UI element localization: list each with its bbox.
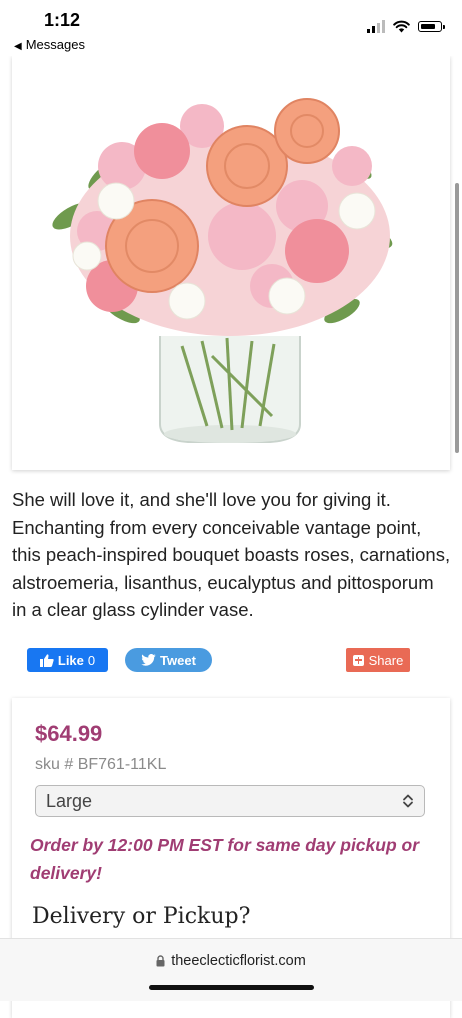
address-bar[interactable]: theeclecticflorist.com — [0, 953, 462, 969]
delivery-or-pickup-heading: Delivery or Pickup? — [32, 904, 251, 929]
back-to-messages-link[interactable]: ◀ Messages — [14, 37, 85, 52]
home-indicator[interactable] — [149, 985, 314, 990]
size-select[interactable]: Large — [35, 785, 425, 817]
wifi-icon — [393, 20, 410, 33]
select-arrows-icon — [403, 794, 413, 808]
status-icons — [367, 20, 445, 33]
bouquet-image — [52, 98, 393, 443]
status-bar: 1:12 ◀ Messages — [0, 0, 462, 56]
tweet-button[interactable]: Tweet — [125, 648, 212, 672]
facebook-like-button[interactable]: Like 0 — [27, 648, 108, 672]
share-button[interactable]: Share — [346, 648, 410, 672]
signal-icon — [367, 20, 385, 33]
page-scrollbar[interactable] — [455, 183, 459, 453]
lock-icon — [156, 955, 165, 967]
chevron-left-icon: ◀ — [14, 41, 22, 52]
thumbs-up-icon — [39, 653, 54, 667]
product-sku: sku # BF761-11KL — [35, 756, 167, 773]
product-image — [12, 56, 450, 470]
product-price: $64.99 — [35, 721, 103, 746]
order-cutoff-note: Order by 12:00 PM EST for same day picku… — [30, 835, 420, 883]
size-select-value: Large — [46, 790, 93, 811]
status-time: 1:12 — [44, 10, 81, 30]
share-label: Share — [368, 652, 404, 668]
battery-icon — [418, 21, 445, 32]
browser-bottom-bar: theeclecticflorist.com — [0, 938, 462, 1001]
plus-icon — [352, 654, 364, 666]
like-count: 0 — [87, 652, 96, 668]
tweet-label: Tweet — [160, 652, 196, 668]
signal-bar — [372, 26, 375, 33]
back-label: Messages — [25, 37, 85, 52]
signal-bar — [382, 20, 385, 33]
signal-bar — [377, 23, 380, 33]
like-label: Like — [57, 652, 84, 668]
product-description: She will love it, and she'll love you fo… — [12, 489, 451, 620]
battery-fill — [421, 24, 435, 29]
twitter-bird-icon — [141, 654, 156, 666]
url-text: theeclecticflorist.com — [171, 953, 306, 969]
signal-bar — [367, 29, 370, 33]
